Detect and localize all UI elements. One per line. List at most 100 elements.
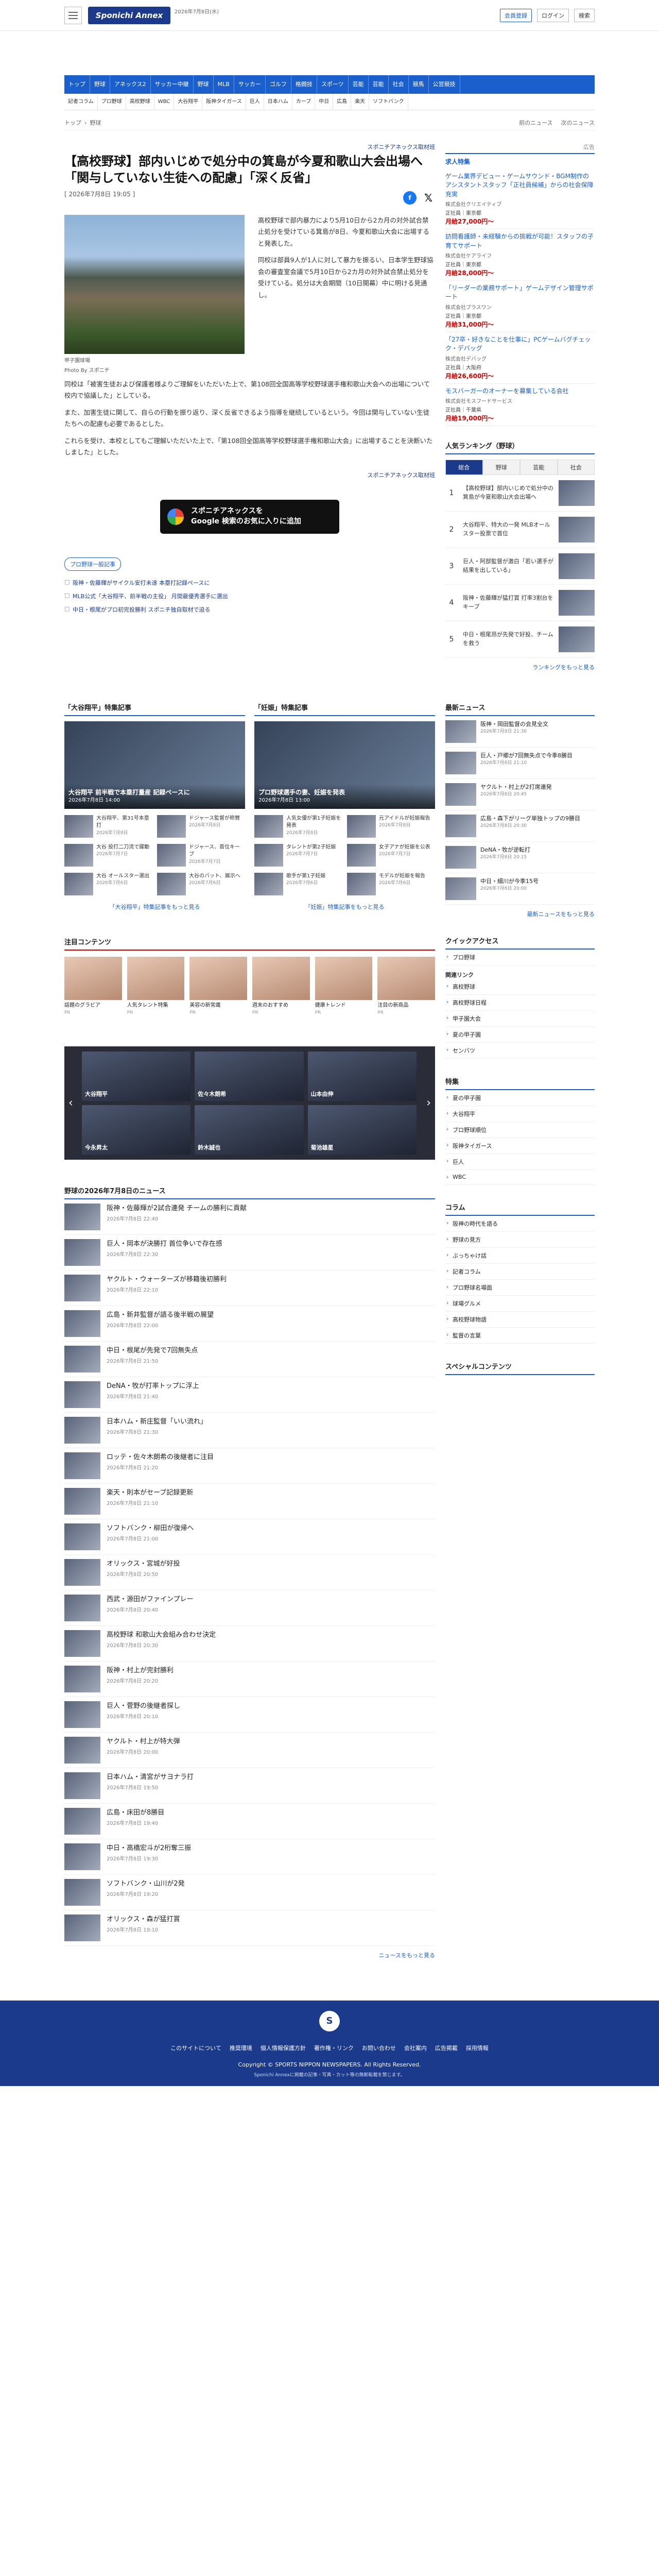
nav-item[interactable]: スポーツ bbox=[317, 75, 349, 94]
footer-link[interactable]: 広告掲載 bbox=[435, 2044, 458, 2052]
article-photo[interactable] bbox=[64, 214, 245, 354]
subnav-item[interactable]: 巨人 bbox=[246, 94, 264, 110]
topic-tag[interactable]: プロ野球一般記事 bbox=[64, 557, 121, 571]
carousel-card[interactable]: 今永昇太 bbox=[82, 1105, 191, 1155]
facebook-share-icon[interactable]: f bbox=[403, 191, 417, 205]
feature-item[interactable]: 人気女優が第1子妊娠を発表 2026年7月8日 bbox=[254, 815, 342, 838]
login-button[interactable]: ログイン bbox=[537, 9, 569, 22]
carousel-card[interactable]: 菊池雄星 bbox=[307, 1105, 417, 1155]
column-link[interactable]: プロ野球名場面 bbox=[445, 1280, 595, 1296]
news-list-item[interactable]: ヤクルト・村上が特大弾 2026年7月8日 20:00 bbox=[64, 1733, 435, 1769]
news-list-item[interactable]: 巨人・菅野の後継者探し 2026年7月8日 20:10 bbox=[64, 1697, 435, 1733]
ranking-tab[interactable]: 社会 bbox=[557, 459, 595, 474]
ranking-item[interactable]: 3 巨人・阿部監督が激白「若い選手が結果を出している」 bbox=[445, 548, 595, 585]
nav-item[interactable]: ゴルフ bbox=[266, 75, 291, 94]
news-list-item[interactable]: オリックス・宮城が好投 2026年7月8日 20:50 bbox=[64, 1555, 435, 1591]
column-link[interactable]: 高校野球物語 bbox=[445, 1312, 595, 1328]
pr-item[interactable]: ゲーム業界デビュー・ゲームサウンド・BGM制作のアシスタントスタッフ「正社員候補… bbox=[445, 169, 595, 230]
prev-news-link[interactable]: 前のニュース bbox=[519, 118, 552, 127]
breadcrumb-top[interactable]: トップ bbox=[64, 118, 81, 127]
special-link[interactable]: プロ野球順位 bbox=[445, 1122, 595, 1138]
news-list-item[interactable]: 日本ハム・新庄監督「いい流れ」 2026年7月8日 21:30 bbox=[64, 1413, 435, 1449]
ranking-tab[interactable]: 野球 bbox=[482, 459, 520, 474]
footer-link[interactable]: お問い合わせ bbox=[362, 2044, 396, 2052]
feature-item[interactable]: 元アイドルが妊娠報告 2026年7月8日 bbox=[347, 815, 435, 838]
ranking-item[interactable]: 2 大谷翔平、特大の一発 MLBオールスター投票で首位 bbox=[445, 512, 595, 548]
subnav-item[interactable]: プロ野球 bbox=[98, 94, 126, 110]
news-list-item[interactable]: DeNA・牧が打率トップに浮上 2026年7月8日 21:40 bbox=[64, 1377, 435, 1413]
x-share-icon[interactable]: 𝕏 bbox=[422, 191, 435, 205]
nav-item[interactable]: サッカー中継 bbox=[151, 75, 194, 94]
pr-item[interactable]: モスバーガーのオーナーを募集している会社 株式会社モスフードサービス 正社員｜千葉県… bbox=[445, 384, 595, 426]
special-link[interactable]: 大谷翔平 bbox=[445, 1106, 595, 1122]
special-link[interactable]: 巨人 bbox=[445, 1154, 595, 1170]
news-list-item[interactable]: 広島・床田が8勝目 2026年7月8日 19:40 bbox=[64, 1804, 435, 1840]
related-link[interactable]: 中日・根尾がプロ初完投勝利 スポニチ独自取材で迫る bbox=[64, 603, 435, 616]
news-list-item[interactable]: オリックス・森が猛打賞 2026年7月8日 19:10 bbox=[64, 1910, 435, 1946]
footer-logo[interactable]: S bbox=[319, 2011, 340, 2032]
quick-access-link[interactable]: プロ野球 bbox=[445, 950, 595, 965]
attention-item[interactable]: 話題のグラビア PR bbox=[64, 956, 122, 1015]
subnav-item[interactable]: カープ bbox=[292, 94, 316, 110]
subnav-item[interactable]: ソフトバンク bbox=[369, 94, 408, 110]
feature-more-link[interactable]: 「大谷翔平」特集記事をもっと見る bbox=[64, 903, 245, 911]
nav-item[interactable]: 芸能 bbox=[349, 75, 369, 94]
attention-item[interactable]: 美容の新常識 PR bbox=[189, 956, 248, 1015]
nav-item[interactable]: アネックス2 bbox=[110, 75, 151, 94]
column-link[interactable]: 記者コラム bbox=[445, 1264, 595, 1280]
latest-news-more-link[interactable]: 最新ニュースをもっと見る bbox=[445, 910, 595, 918]
news-list-item[interactable]: ソフトバンク・山川が2発 2026年7月8日 19:20 bbox=[64, 1875, 435, 1911]
news-list-item[interactable]: 阪神・佐藤輝が2試合連発 チームの勝利に貢献 2026年7月8日 22:40 bbox=[64, 1199, 435, 1235]
news-list-item[interactable]: 阪神・村上が完封勝利 2026年7月8日 20:20 bbox=[64, 1662, 435, 1698]
subnav-item[interactable]: 日本ハム bbox=[264, 94, 292, 110]
related-link[interactable]: 阪神・佐藤輝がサイクル安打未遂 本塁打記録ペースに bbox=[64, 576, 435, 589]
subnav-item[interactable]: 大谷翔平 bbox=[174, 94, 203, 110]
ranking-item[interactable]: 1 【高校野球】部内いじめで処分中の箕島が今夏和歌山大会出場へ bbox=[445, 475, 595, 512]
news-list-item[interactable]: ロッテ・佐々木朗希の後継者に注目 2026年7月8日 21:20 bbox=[64, 1448, 435, 1484]
feature-item[interactable]: ドジャース、首位キープ 2026年7月7日 bbox=[157, 843, 245, 867]
next-news-link[interactable]: 次のニュース bbox=[561, 118, 595, 127]
ranking-item[interactable]: 4 阪神・佐藤輝が猛打賞 打率3割台をキープ bbox=[445, 585, 595, 621]
related-link-item[interactable]: 夏の甲子園 bbox=[445, 1027, 595, 1043]
footer-link[interactable]: 採用情報 bbox=[466, 2044, 489, 2052]
latest-news-item[interactable]: 阪神・岡田監督の会見全文 2026年7月8日 21:30 bbox=[445, 716, 595, 748]
ranking-tab[interactable]: 芸能 bbox=[520, 459, 558, 474]
footer-link[interactable]: 著作権・リンク bbox=[314, 2044, 354, 2052]
subnav-item[interactable]: 記者コラム bbox=[64, 94, 98, 110]
feature-item[interactable]: 歌手が第1子妊娠 2026年7月6日 bbox=[254, 872, 342, 895]
carousel-card[interactable]: 鈴木誠也 bbox=[195, 1105, 304, 1155]
subnav-item[interactable]: 中日 bbox=[315, 94, 334, 110]
latest-news-item[interactable]: 広島・森下がリーグ単独トップの9勝目 2026年7月8日 20:30 bbox=[445, 810, 595, 842]
nav-item[interactable]: 公営競技 bbox=[429, 75, 460, 94]
news-list-item[interactable]: 広島・新井監督が語る後半戦の展望 2026年7月8日 22:00 bbox=[64, 1306, 435, 1342]
ranking-more-link[interactable]: ランキングをもっと見る bbox=[445, 663, 595, 671]
nav-item[interactable]: サッカー bbox=[234, 75, 266, 94]
footer-link[interactable]: 推奨環境 bbox=[230, 2044, 252, 2052]
news-list-item[interactable]: 西武・源田がファインプレー 2026年7月8日 20:40 bbox=[64, 1590, 435, 1626]
subnav-item[interactable]: 楽天 bbox=[351, 94, 370, 110]
nav-item[interactable]: 芸能 bbox=[369, 75, 389, 94]
special-link[interactable]: WBC bbox=[445, 1170, 595, 1184]
feature-main-item[interactable]: プロ野球選手の妻、妊娠を発表 2026年7月8日 13:00 bbox=[254, 721, 435, 809]
nav-item[interactable]: 社会 bbox=[389, 75, 409, 94]
nav-item[interactable]: 格闘技 bbox=[291, 75, 317, 94]
nav-item[interactable]: MLB bbox=[214, 75, 234, 94]
column-link[interactable]: 野球の見方 bbox=[445, 1232, 595, 1248]
hamburger-menu-icon[interactable] bbox=[64, 7, 82, 24]
nav-item[interactable]: 競馬 bbox=[409, 75, 429, 94]
attention-item[interactable]: 注目の新商品 PR bbox=[377, 956, 436, 1015]
attention-item[interactable]: 人気タレント特集 PR bbox=[127, 956, 185, 1015]
site-logo[interactable]: Sponichi Annex bbox=[88, 7, 170, 24]
special-link[interactable]: 阪神タイガース bbox=[445, 1138, 595, 1154]
carousel-prev-icon[interactable]: ‹ bbox=[68, 1097, 73, 1110]
carousel-next-icon[interactable]: › bbox=[426, 1097, 431, 1110]
subnav-item[interactable]: WBC bbox=[154, 94, 175, 110]
search-button[interactable]: 検索 bbox=[574, 9, 595, 22]
footer-link[interactable]: このサイトについて bbox=[170, 2044, 221, 2052]
feature-item[interactable]: 大谷 投打二刀流で躍動 2026年7月7日 bbox=[64, 843, 152, 867]
related-link[interactable]: MLB公式「大谷翔平、前半戦の主役」 月間最優秀選手に選出 bbox=[64, 589, 435, 603]
nav-item[interactable]: 野球 bbox=[90, 75, 110, 94]
register-button[interactable]: 会員登録 bbox=[500, 9, 532, 22]
column-link[interactable]: 球場グルメ bbox=[445, 1296, 595, 1312]
related-link-item[interactable]: 高校野球日程 bbox=[445, 995, 595, 1011]
